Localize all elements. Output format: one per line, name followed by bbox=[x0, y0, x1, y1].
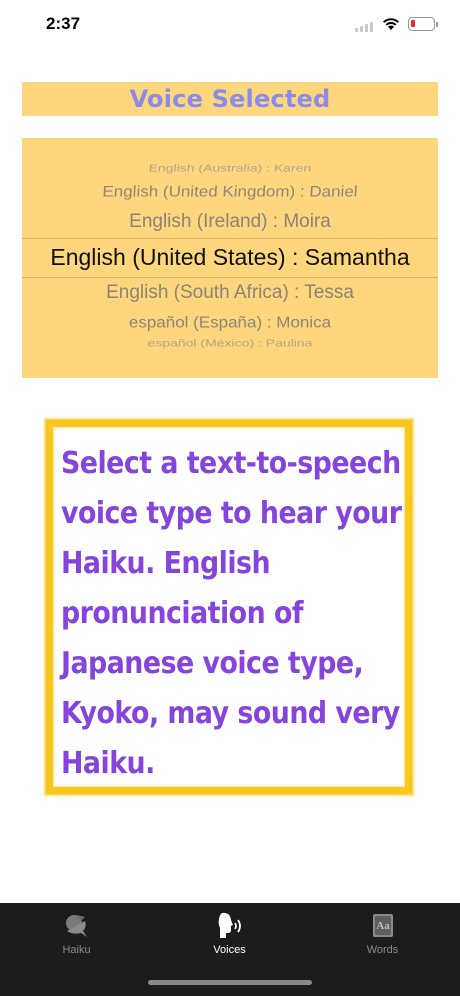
picker-selection-bottom-line bbox=[22, 277, 438, 278]
picker-item[interactable]: English (Ireland) : Moira bbox=[22, 211, 438, 233]
picker-selection-top-line bbox=[22, 238, 438, 239]
tab-voices[interactable]: Voices bbox=[153, 903, 306, 963]
voice-picker[interactable]: English (Australia) : Karen English (Uni… bbox=[22, 138, 438, 378]
voice-selected-label: Voice Selected bbox=[129, 85, 331, 113]
dictionary-icon: Aa bbox=[369, 911, 397, 939]
picker-item[interactable]: español (México) : Paulina bbox=[22, 337, 438, 349]
picker-item[interactable]: español (España) : Monica bbox=[22, 314, 438, 332]
picker-item[interactable]: English (United Kingdom) : Daniel bbox=[22, 183, 438, 201]
instruction-box: Select a text-to-speech voice type to he… bbox=[46, 420, 412, 794]
picker-item[interactable]: English (Australia) : Karen bbox=[22, 162, 438, 174]
tab-bar: Haiku Voices Aa Words bbox=[0, 903, 460, 996]
speaking-head-icon bbox=[216, 911, 244, 939]
instruction-text: Select a text-to-speech voice type to he… bbox=[61, 446, 402, 781]
haiku-icon bbox=[63, 911, 91, 939]
tab-haiku[interactable]: Haiku bbox=[0, 903, 153, 963]
status-time: 2:37 bbox=[46, 14, 81, 33]
tab-words[interactable]: Aa Words bbox=[306, 903, 459, 963]
tab-haiku-label: Haiku bbox=[62, 944, 91, 956]
tab-words-label: Words bbox=[366, 944, 399, 956]
voice-selected-header: Voice Selected bbox=[22, 82, 438, 116]
wifi-icon bbox=[383, 18, 399, 30]
svg-text:Aa: Aa bbox=[376, 920, 390, 932]
status-bar: 2:37 bbox=[0, 0, 460, 50]
battery-icon bbox=[408, 17, 435, 31]
tab-voices-label: Voices bbox=[213, 944, 246, 956]
cellular-signal-icon bbox=[355, 22, 373, 32]
picker-item[interactable]: English (South Africa) : Tessa bbox=[22, 282, 438, 304]
home-indicator bbox=[148, 980, 312, 985]
battery-nub bbox=[436, 22, 438, 27]
picker-item-selected[interactable]: English (United States) : Samantha bbox=[22, 244, 438, 271]
